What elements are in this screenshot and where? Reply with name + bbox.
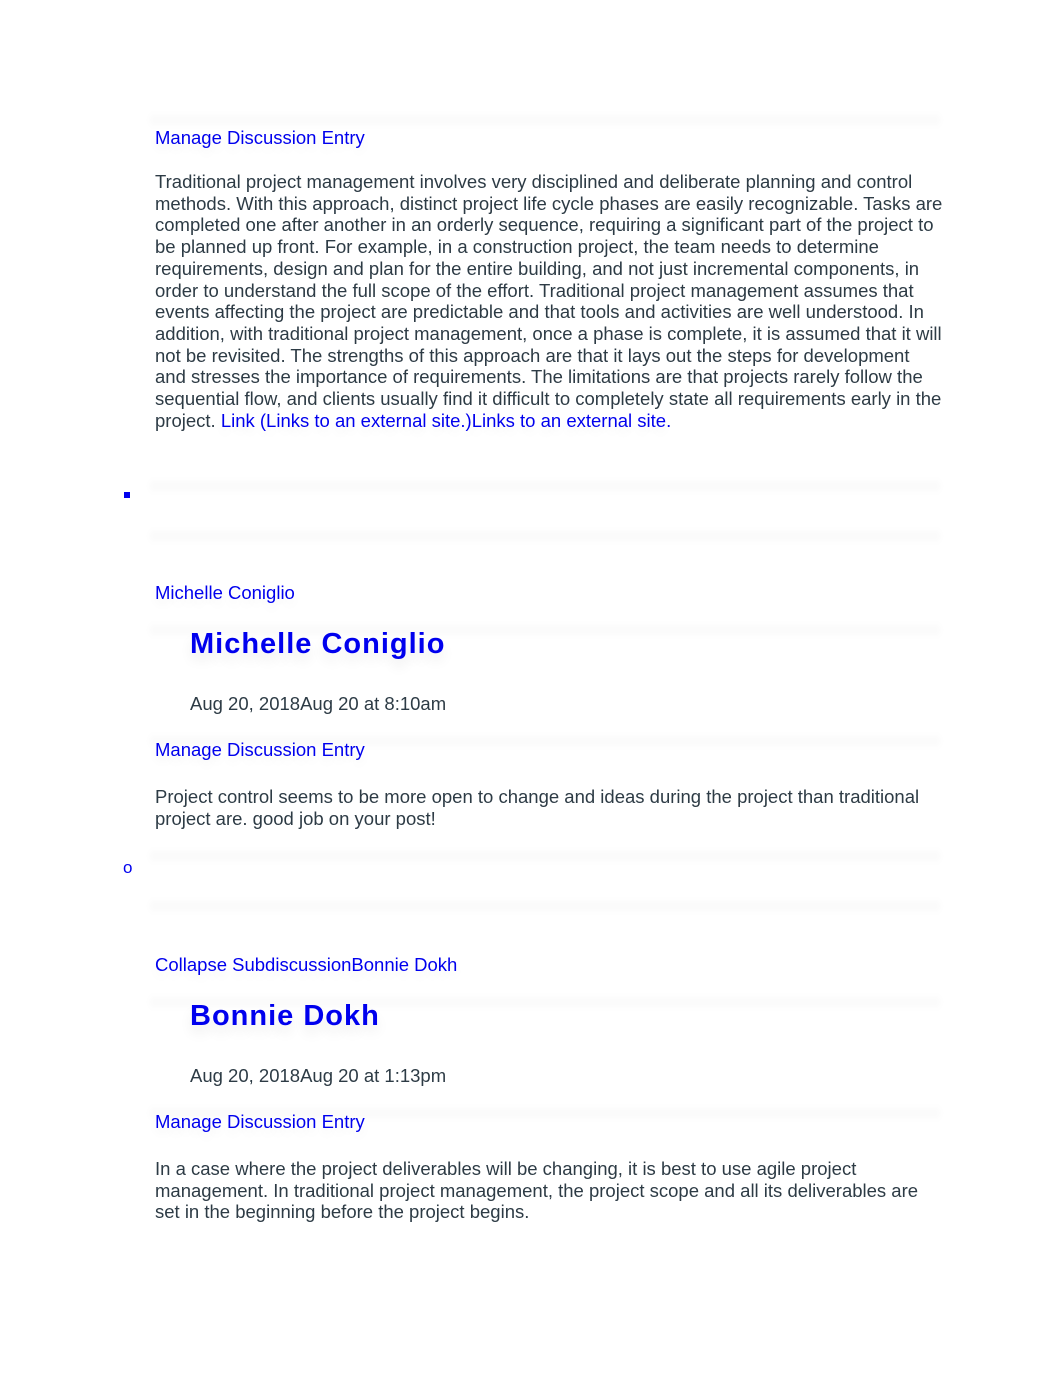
collapse-subdiscussion-link[interactable]: Collapse SubdiscussionBonnie Dokh [155, 954, 457, 976]
author-link[interactable]: Michelle Coniglio [155, 582, 295, 604]
timestamp: Aug 20, 2018Aug 20 at 8:10am [190, 693, 447, 714]
manage-discussion-entry-link[interactable]: Manage Discussion Entry [155, 739, 365, 761]
author-heading: Bonnie Dokh [190, 1000, 380, 1032]
manage-discussion-entry-link[interactable]: Manage Discussion Entry [155, 127, 365, 149]
entry-body: In a case where the project deliverables… [155, 1158, 919, 1223]
entry-body-text: Traditional project management involves … [155, 171, 943, 431]
square-bullet-icon [124, 492, 130, 498]
timestamp: Aug 20, 2018Aug 20 at 1:13pm [190, 1065, 447, 1086]
divider [150, 848, 940, 864]
entry-body: Traditional project management involves … [155, 171, 945, 431]
circle-bullet-icon: o [123, 858, 133, 877]
external-link[interactable]: Link (Links to an external site.)Links t… [221, 410, 671, 431]
entry-body: Project control seems to be more open to… [155, 786, 920, 829]
divider [150, 528, 940, 544]
divider [150, 478, 940, 494]
divider [150, 112, 940, 128]
manage-discussion-entry-link[interactable]: Manage Discussion Entry [155, 1111, 365, 1133]
divider [150, 898, 940, 914]
author-heading: Michelle Coniglio [190, 628, 446, 660]
